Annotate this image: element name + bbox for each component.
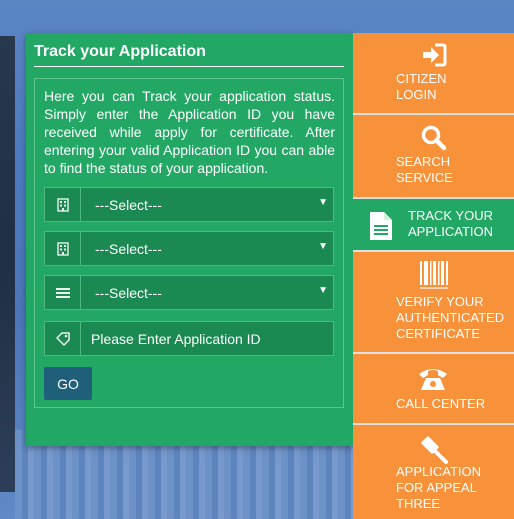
- office-select[interactable]: ---Select--- ▼: [81, 231, 334, 266]
- menu-item-call-center[interactable]: CALL CENTER: [353, 354, 514, 425]
- caret-down-icon: ▼: [318, 197, 328, 208]
- select-row-3: ---Select--- ▼: [44, 275, 334, 310]
- side-menu: CITIZEN LOGIN SEARCH SERVICE TRACK YOUR …: [353, 33, 514, 519]
- menu-item-verify-certificate[interactable]: VERIFY YOUR AUTHENTICATED CERTIFICATE: [353, 252, 514, 354]
- search-icon: [421, 125, 447, 155]
- barcode-icon: [419, 260, 449, 294]
- building-icon: [44, 187, 81, 222]
- tag-icon: [44, 321, 81, 356]
- menu-label: SEARCH SERVICE: [396, 154, 453, 185]
- panel-description: Here you can Track your application stat…: [44, 88, 335, 176]
- list-icon: [44, 275, 81, 310]
- menu-label: VERIFY YOUR AUTHENTICATED CERTIFICATE: [396, 294, 505, 341]
- building-icon: [44, 231, 81, 266]
- sign-in-icon: [421, 43, 447, 71]
- caret-down-icon: ▼: [318, 285, 328, 296]
- district-select[interactable]: ---Select--- ▼: [81, 187, 334, 222]
- track-form: Here you can Track your application stat…: [34, 78, 344, 408]
- menu-item-search-service[interactable]: SEARCH SERVICE: [353, 115, 514, 199]
- select-value: ---Select---: [95, 284, 162, 301]
- application-id-input[interactable]: Please Enter Application ID: [81, 321, 334, 356]
- go-button[interactable]: GO: [44, 367, 92, 400]
- menu-label: TRACK YOUR APPLICATION: [408, 208, 494, 239]
- menu-label: CITIZEN LOGIN: [396, 71, 447, 102]
- menu-label: APPLICATION FOR APPEAL THREE: [396, 464, 482, 511]
- menu-label: CALL CENTER: [396, 396, 486, 411]
- select-row-1: ---Select--- ▼: [44, 187, 334, 222]
- menu-item-citizen-login[interactable]: CITIZEN LOGIN: [353, 33, 514, 115]
- caret-down-icon: ▼: [318, 241, 328, 252]
- panel-title: Track your Application: [34, 43, 344, 67]
- menu-item-appeal[interactable]: APPLICATION FOR APPEAL THREE: [353, 425, 514, 519]
- application-id-row: Please Enter Application ID: [44, 321, 334, 356]
- menu-item-track-application[interactable]: TRACK YOUR APPLICATION: [353, 199, 514, 252]
- document-icon: [369, 211, 393, 245]
- track-application-panel: Track your Application Here you can Trac…: [26, 33, 353, 446]
- select-row-2: ---Select--- ▼: [44, 231, 334, 266]
- select-value: ---Select---: [95, 196, 162, 213]
- service-select[interactable]: ---Select--- ▼: [81, 275, 334, 310]
- select-value: ---Select---: [95, 240, 162, 257]
- phone-icon: [417, 364, 449, 396]
- background-banner-strip: [0, 36, 15, 492]
